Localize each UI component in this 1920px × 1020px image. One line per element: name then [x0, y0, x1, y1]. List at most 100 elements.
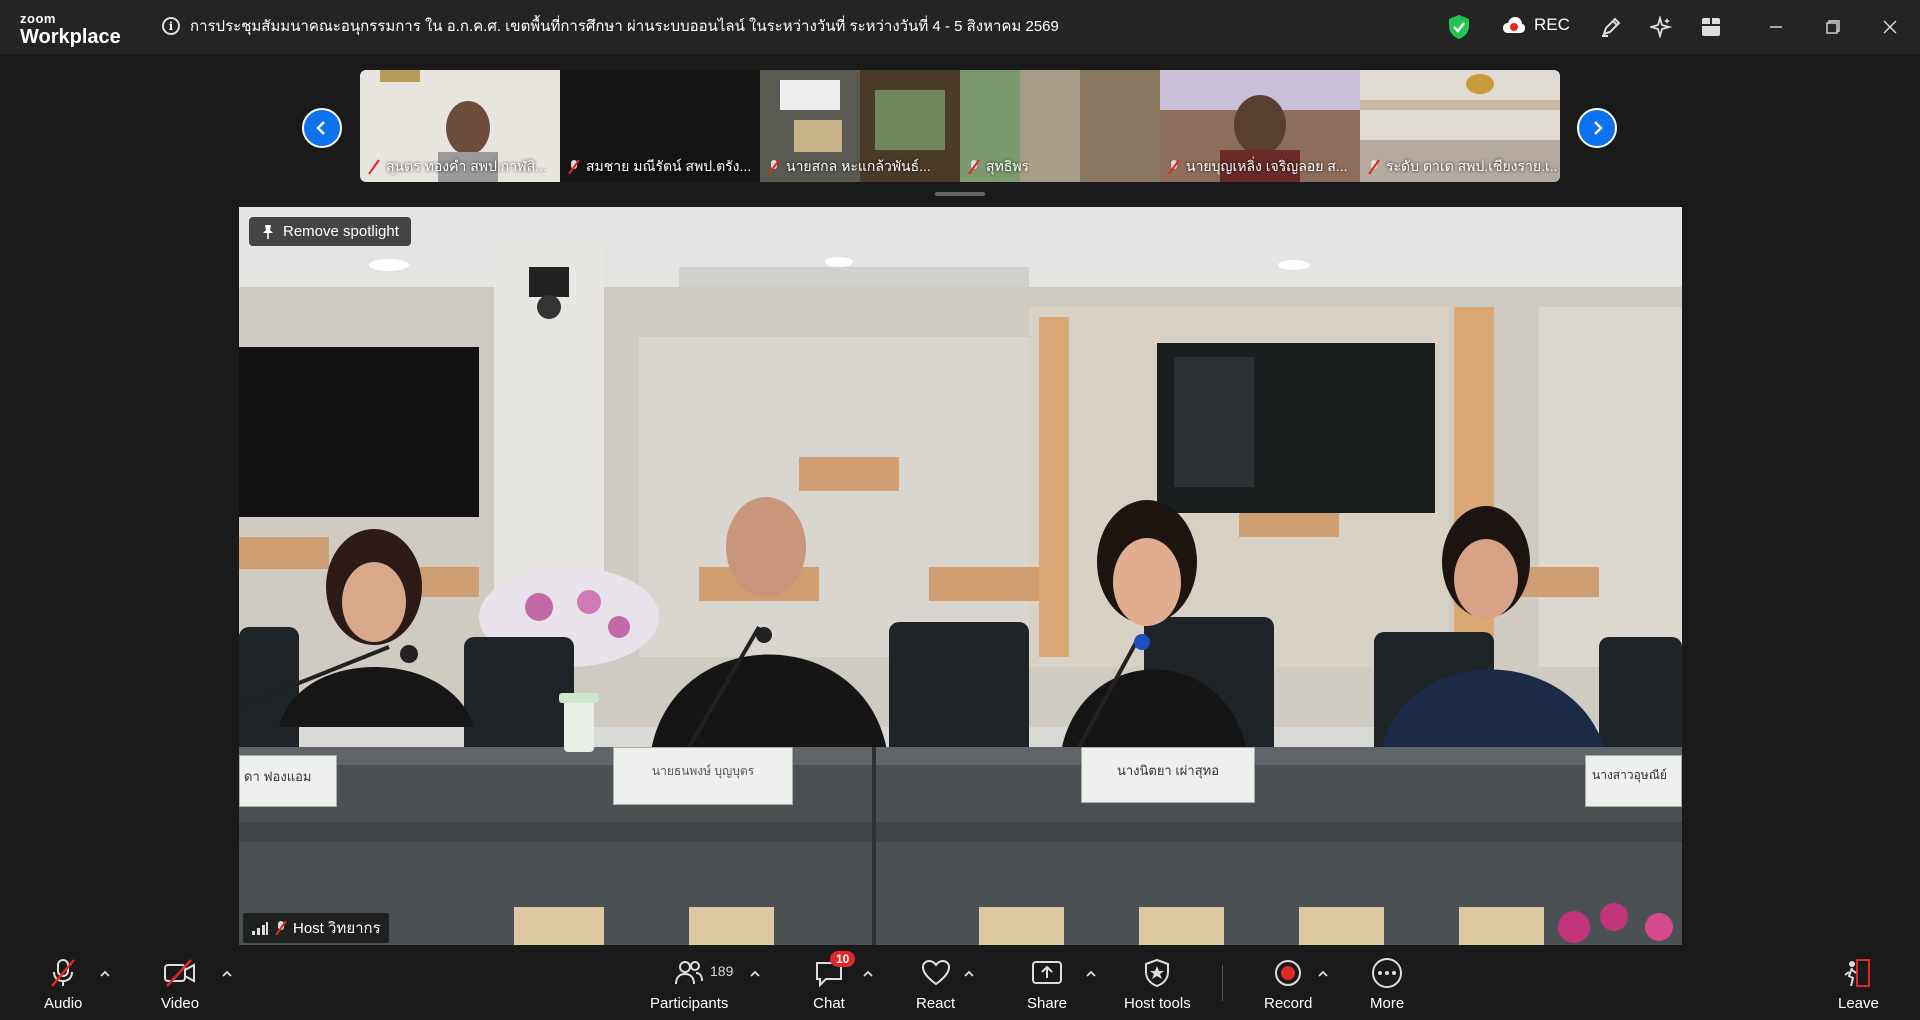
remove-spotlight-button[interactable]: Remove spotlight	[249, 217, 411, 246]
participant-label: ระดับ ตาเต สพป.เชียงราย.เ...	[1368, 156, 1558, 178]
participant-thumbnail[interactable]: สมชาย มณีรัตน์ สพป.ตรัง...	[560, 70, 760, 182]
nameplate: ดา ฟองแอม	[239, 755, 337, 807]
react-options-caret-icon[interactable]	[962, 967, 976, 981]
security-shield-icon[interactable]	[1448, 14, 1470, 40]
nameplate-text: นางสาวอุษณีย์	[1592, 768, 1667, 782]
participant-thumbnail[interactable]: ระดับ ตาเต สพป.เชียงราย.เ...	[1360, 70, 1560, 182]
host-tools-label: Host tools	[1124, 995, 1191, 1012]
participant-label: สมชาย มณีรัตน์ สพป.ตรัง...	[568, 156, 751, 178]
chat-button[interactable]: 10 Chat	[812, 951, 856, 1012]
muted-mic-icon	[768, 159, 780, 175]
participant-name: สุทธิพร	[986, 158, 1030, 174]
meeting-toolbar: Audio Video Participants 189 10 Chat Rea…	[0, 945, 1920, 1020]
participant-label: สุทธิพร	[968, 156, 1029, 178]
nameplate-text: นางนิตยา เผ่าสุทอ	[1116, 763, 1220, 778]
participant-label: นายบุญเหลิ่ง เจริญลอย ส...	[1168, 156, 1348, 178]
video-button[interactable]: Video	[161, 957, 199, 1012]
video-off-icon	[163, 957, 197, 989]
more-dots-icon	[1370, 957, 1404, 989]
share-button[interactable]: Share	[1027, 957, 1067, 1012]
spotlight-video[interactable]: ดา ฟองแอม นายธนพงษ์ บุญบุตร นางนิตยา เผ่…	[239, 207, 1682, 945]
chat-options-caret-icon[interactable]	[861, 967, 875, 981]
host-label: Host วิทยากร	[293, 920, 381, 937]
video-label: Video	[161, 995, 200, 1012]
heart-icon	[919, 957, 953, 989]
participant-name: นายบุญเหลิ่ง เจริญลอย ส...	[1186, 158, 1348, 174]
nameplate-text: นายธนพงษ์ บุญบุตร	[651, 764, 755, 778]
participant-gallery-strip: สุนตร ทองคำ สพป.กาฬสิ... สมชาย มณีรัตน์ …	[360, 70, 1560, 182]
participant-name: ระดับ ตาเต สพป.เชียงราย.เ...	[1386, 158, 1558, 174]
rec-label: REC	[1534, 15, 1570, 34]
participant-thumbnail[interactable]: สุนตร ทองคำ สพป.กาฬสิ...	[360, 70, 560, 182]
leave-label: Leave	[1838, 995, 1879, 1012]
speaker-name-tag: Host วิทยากร	[243, 913, 389, 943]
restore-button[interactable]	[1818, 13, 1848, 41]
title-bar: zoom Workplace i การประชุมสัมมนาคณะอนุกร…	[0, 0, 1920, 54]
muted-mic-icon	[46, 957, 80, 989]
muted-mic-icon	[968, 159, 980, 175]
record-icon	[1271, 957, 1305, 989]
cloud-record-icon	[1503, 17, 1525, 33]
more-label: More	[1370, 995, 1405, 1012]
share-label: Share	[1027, 995, 1068, 1012]
muted-mic-icon	[1168, 159, 1180, 175]
record-button[interactable]: Record	[1264, 957, 1312, 1012]
signal-strength-icon	[252, 922, 268, 935]
meeting-info[interactable]: i การประชุมสัมมนาคณะอนุกรรมการ ใน อ.ก.ค.…	[162, 14, 1059, 38]
participant-thumbnail[interactable]: นายบุญเหลิ่ง เจริญลอย ส...	[1160, 70, 1360, 182]
nameplate: นายธนพงษ์ บุญบุตร	[613, 747, 793, 805]
participant-thumbnail[interactable]: สุทธิพร	[960, 70, 1160, 182]
participants-count: 189	[710, 963, 734, 979]
participant-label: นายสกล หะแกล้วพันธ์...	[768, 156, 931, 178]
video-options-caret-icon[interactable]	[220, 967, 234, 981]
participant-label: สุนตร ทองคำ สพป.กาฬสิ...	[368, 156, 547, 178]
participants-label: Participants	[650, 995, 729, 1012]
host-shield-icon	[1140, 957, 1174, 989]
more-button[interactable]: More	[1370, 957, 1404, 1012]
react-label: React	[916, 995, 956, 1012]
participant-name: สมชาย มณีรัตน์ สพป.ตรัง...	[586, 158, 752, 174]
leave-button[interactable]: Leave	[1838, 957, 1879, 1012]
annotate-pen-icon[interactable]	[1597, 13, 1625, 41]
share-screen-icon	[1030, 957, 1064, 989]
muted-mic-icon	[368, 159, 380, 175]
minimize-button[interactable]	[1761, 13, 1791, 41]
pin-icon	[263, 224, 273, 239]
apps-icon[interactable]	[1697, 13, 1725, 41]
logo-line2: Workplace	[20, 26, 121, 48]
share-options-caret-icon[interactable]	[1084, 967, 1098, 981]
react-button[interactable]: React	[916, 957, 955, 1012]
audio-options-caret-icon[interactable]	[98, 967, 112, 981]
spotlight-video-feed	[239, 207, 1682, 945]
muted-mic-icon	[568, 159, 580, 175]
meeting-title: การประชุมสัมมนาคณะอนุกรรมการ ใน อ.ก.ค.ศ.…	[190, 18, 1059, 35]
muted-mic-icon	[1368, 159, 1380, 175]
host-tools-button[interactable]: Host tools	[1124, 957, 1191, 1012]
ai-companion-icon[interactable]	[1647, 13, 1675, 41]
strip-resize-handle[interactable]	[935, 192, 985, 196]
recording-indicator[interactable]: REC	[1502, 15, 1570, 35]
gallery-next-button[interactable]	[1577, 108, 1617, 148]
nameplate: นางสาวอุษณีย์	[1585, 755, 1682, 807]
participant-name: สุนตร ทองคำ สพป.กาฬสิ...	[386, 158, 547, 174]
participants-options-caret-icon[interactable]	[748, 967, 762, 981]
toolbar-divider	[1222, 965, 1223, 1001]
gallery-prev-button[interactable]	[302, 108, 342, 148]
chat-label: Chat	[813, 995, 845, 1012]
audio-label: Audio	[44, 995, 83, 1012]
leave-door-icon	[1841, 957, 1875, 989]
close-button[interactable]	[1875, 13, 1905, 41]
participants-icon	[672, 957, 706, 989]
participant-name: นายสกล หะแกล้วพันธ์...	[786, 158, 931, 174]
participant-thumbnail[interactable]: นายสกล หะแกล้วพันธ์...	[760, 70, 960, 182]
zoom-logo: zoom Workplace	[20, 12, 121, 47]
logo-line1: zoom	[20, 11, 56, 26]
record-label: Record	[1264, 995, 1313, 1012]
info-icon[interactable]: i	[162, 17, 180, 35]
nameplate-text: ดา ฟองแอม	[244, 769, 312, 784]
chat-icon: 10	[812, 951, 856, 989]
record-options-caret-icon[interactable]	[1316, 967, 1330, 981]
audio-button[interactable]: Audio	[44, 957, 82, 1012]
chevron-right-icon	[1594, 121, 1603, 135]
chat-unread-badge: 10	[830, 951, 856, 967]
